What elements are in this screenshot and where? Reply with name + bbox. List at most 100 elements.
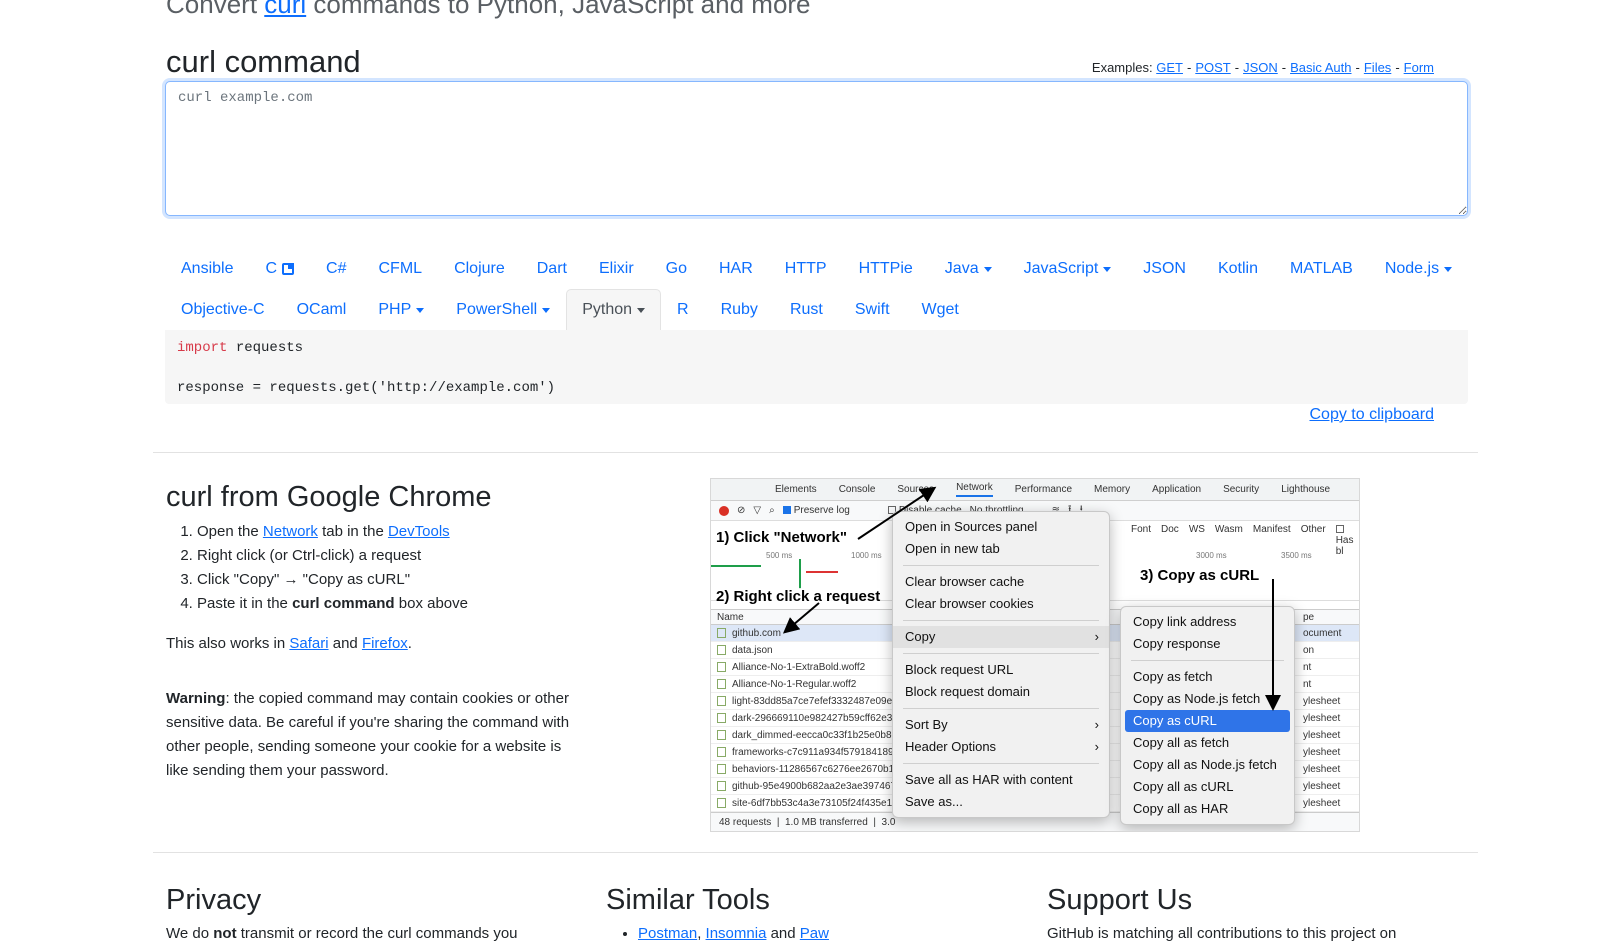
chevron-right-icon: › — [1094, 717, 1099, 732]
example-json-link[interactable]: JSON — [1243, 60, 1278, 75]
file-icon — [717, 764, 726, 774]
menu-save-as: Save as... — [905, 794, 963, 809]
tab-clojure[interactable]: Clojure — [438, 248, 521, 289]
annotation-step-3: 3) Copy as cURL — [1140, 567, 1260, 584]
tab-cfml[interactable]: CFML — [363, 248, 439, 289]
tab-dart[interactable]: Dart — [521, 248, 583, 289]
tab-label: Rust — [789, 301, 823, 318]
tab-ocaml[interactable]: OCaml — [281, 289, 363, 330]
tab-wget[interactable]: Wget — [906, 289, 975, 330]
tab-csharp[interactable]: C# — [310, 248, 362, 289]
tab-label: C — [265, 260, 278, 277]
example-get-link[interactable]: GET — [1156, 60, 1183, 75]
chrome-section-title: curl from Google Chrome — [166, 481, 492, 513]
menu-copy-all-fetch: Copy all as fetch — [1133, 735, 1230, 750]
tab-label: JavaScript — [1023, 260, 1099, 277]
annotation-step-2: 2) Right click a request — [716, 588, 881, 605]
tab-http[interactable]: HTTP — [769, 248, 843, 289]
menu-header-options: Header Options › — [893, 736, 1109, 758]
similar-tools-list: Postman, Insomnia and Paw — [606, 922, 829, 946]
tab-matlab[interactable]: MATLAB — [1274, 248, 1369, 289]
example-basic-auth-link[interactable]: Basic Auth — [1290, 60, 1351, 75]
timeline-tick: 3500 ms — [1281, 551, 1312, 560]
tab-label: PHP — [378, 301, 412, 318]
request-name: behaviors-11286567c6276ee2670b1b — [732, 764, 892, 775]
request-name: light-83dd85a7ce7efef3332487e09e9 — [732, 696, 892, 707]
preserve-log-label: Preserve log — [793, 505, 850, 516]
tab-c[interactable]: C — [249, 248, 310, 289]
external-link-icon — [282, 263, 295, 275]
tab-java[interactable]: Java — [929, 248, 1008, 289]
tab-php[interactable]: PHP — [362, 289, 440, 330]
curl-link[interactable]: curl — [264, 0, 306, 19]
devtools-link[interactable]: DevTools — [388, 523, 450, 540]
menu-copy-label: Copy — [905, 629, 936, 644]
similar-tools-title: Similar Tools — [606, 884, 770, 916]
tab-javascript[interactable]: JavaScript — [1008, 248, 1128, 289]
tab-label: Clojure — [454, 260, 505, 277]
divider — [153, 452, 1478, 453]
caret-down-icon — [637, 307, 646, 313]
tab-httpie[interactable]: HTTPie — [843, 248, 929, 289]
example-post-link[interactable]: POST — [1195, 60, 1230, 75]
tab-ruby[interactable]: Ruby — [705, 289, 774, 330]
list-sep: , — [697, 925, 706, 942]
postman-link[interactable]: Postman — [638, 925, 697, 942]
menu-save-har: Save all as HAR with content — [905, 772, 1073, 787]
caret-down-icon — [1103, 266, 1112, 272]
filter-icon: ▽ — [753, 505, 762, 516]
step-1: Open the Network tab in the DevTools — [197, 520, 468, 544]
devtools-tab-network: Network — [956, 482, 993, 497]
request-type: ocument — [1303, 628, 1342, 639]
list-and: and — [766, 925, 800, 942]
example-form-link[interactable]: Form — [1404, 60, 1434, 75]
step-3: Click "Copy" → "Copy as cURL" — [197, 568, 468, 592]
tab-r[interactable]: R — [661, 289, 705, 330]
safari-link[interactable]: Safari — [289, 635, 328, 652]
caret-down-icon — [1444, 266, 1453, 272]
tab-json[interactable]: JSON — [1127, 248, 1202, 289]
curl-command-input[interactable] — [165, 81, 1468, 216]
clear-icon: ⊘ — [737, 505, 746, 516]
tab-swift[interactable]: Swift — [839, 289, 906, 330]
chevron-right-icon: › — [1094, 739, 1099, 754]
tab-rust[interactable]: Rust — [774, 289, 839, 330]
file-icon — [717, 713, 726, 723]
warning-text: : the copied command may contain cookies… — [166, 690, 570, 779]
timeline-tick: 1000 ms — [851, 551, 882, 560]
heading-suffix: commands to Python, JavaScript and more — [306, 0, 811, 19]
generated-code[interactable]: import requests response = requests.get(… — [165, 330, 1468, 404]
timeline-tick: 500 ms — [766, 551, 793, 560]
devtools-tab-bar: Elements Console Sources Network Perform… — [711, 479, 1359, 501]
tab-label: Ruby — [720, 301, 758, 318]
copy-to-clipboard-link[interactable]: Copy to clipboard — [1309, 406, 1434, 424]
tab-ansible[interactable]: Ansible — [165, 248, 249, 289]
menu-open-in-sources: Open in Sources panel — [905, 519, 1038, 534]
paw-link[interactable]: Paw — [800, 925, 829, 942]
firefox-link[interactable]: Firefox — [362, 635, 408, 652]
tab-python[interactable]: Python — [566, 289, 662, 330]
request-context-menu: Open in Sources panel Open in new tab Cl… — [892, 511, 1110, 818]
menu-clear-cache: Clear browser cache — [905, 574, 1025, 589]
tab-kotlin[interactable]: Kotlin — [1202, 248, 1274, 289]
tab-objective-c[interactable]: Objective-C — [165, 289, 281, 330]
network-link[interactable]: Network — [263, 523, 318, 540]
caret-down-icon — [542, 307, 551, 313]
tab-har[interactable]: HAR — [703, 248, 769, 289]
tab-node-js[interactable]: Node.js — [1369, 248, 1468, 289]
record-icon — [719, 505, 729, 516]
tab-go[interactable]: Go — [650, 248, 703, 289]
menu-divider — [903, 565, 1099, 566]
insomnia-link[interactable]: Insomnia — [706, 925, 767, 942]
tab-label: Go — [665, 260, 687, 277]
support-title: Support Us — [1047, 884, 1193, 916]
tab-label: Kotlin — [1217, 260, 1258, 277]
tab-elixir[interactable]: Elixir — [583, 248, 650, 289]
example-files-link[interactable]: Files — [1364, 60, 1391, 75]
tab-powershell[interactable]: PowerShell — [440, 289, 566, 330]
step-1-text: Open the — [197, 523, 263, 540]
chevron-right-icon: › — [1094, 629, 1099, 644]
menu-divider — [903, 620, 1099, 621]
status-extra: 3.0 — [881, 817, 896, 828]
step-4-bold: curl command — [292, 595, 395, 612]
